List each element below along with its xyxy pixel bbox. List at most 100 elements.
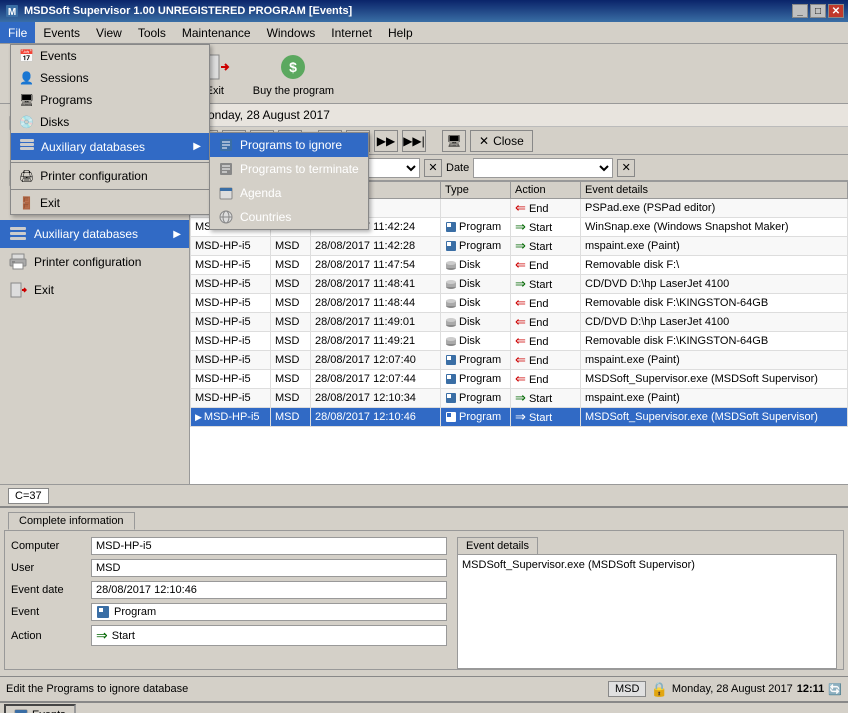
table-row[interactable]: MSD-HP-i5 MSD 28/08/2017 11:48:41 Disk ⇒… <box>191 275 848 294</box>
sidebar-item-printer[interactable]: Printer configuration <box>0 248 189 276</box>
status-bar: C=37 <box>0 484 848 506</box>
svg-text:M: M <box>8 7 16 18</box>
window-title: MSDSoft Supervisor 1.00 UNREGISTERED PRO… <box>24 5 792 17</box>
menu-separator <box>11 162 209 163</box>
cell-type: Program <box>441 370 511 389</box>
cell-computer: MSD-HP-i5 <box>191 313 271 332</box>
table-row[interactable]: MSD-HP-i5 MSD 28/08/2017 11:42:28 Progra… <box>191 237 848 256</box>
table-row[interactable]: MSD-HP-i5 MSD 28/08/2017 11:48:44 Disk ⇐… <box>191 294 848 313</box>
count-label: C=37 <box>8 488 49 504</box>
taskbar-events-icon <box>14 708 28 713</box>
cell-date: 28/08/2017 11:49:21 <box>311 332 441 351</box>
info-event-row: Event Program <box>11 603 447 621</box>
dropdown-printer[interactable]: 🖨 Printer configuration <box>11 165 209 187</box>
toolbar-buy-button[interactable]: $ Buy the program <box>244 46 343 102</box>
cell-computer: MSD-HP-i5 <box>191 256 271 275</box>
minimize-button[interactable]: _ <box>792 4 808 18</box>
cell-action: ⇐ End <box>511 313 581 332</box>
cell-details: Removable disk F:\ <box>581 256 848 275</box>
table-row[interactable]: MSD-HP-i5 MSD 28/08/2017 12:07:40 Progra… <box>191 351 848 370</box>
menu-help[interactable]: Help <box>380 22 421 43</box>
cell-type: Program <box>441 389 511 408</box>
menu-windows[interactable]: Windows <box>259 22 324 43</box>
menu-internet[interactable]: Internet <box>323 22 380 43</box>
cell-computer: MSD-HP-i5 <box>191 370 271 389</box>
cell-action: ⇒ Start <box>511 389 581 408</box>
date-filter-select[interactable] <box>473 158 613 178</box>
menu-view[interactable]: View <box>88 22 130 43</box>
refresh-icon[interactable]: 🔄 <box>828 683 842 696</box>
cell-action: ⇒ Start <box>511 237 581 256</box>
event-date-label: Event date <box>11 584 91 596</box>
nav-last-button[interactable]: ▶▶| <box>402 130 426 152</box>
cell-details: MSDSoft_Supervisor.exe (MSDSoft Supervis… <box>581 370 848 389</box>
cell-details: CD/DVD D:\hp LaserJet 4100 <box>581 275 848 294</box>
menu-file[interactable]: File <box>0 22 35 43</box>
submenu-programs-ignore[interactable]: Programs to ignore <box>210 133 368 157</box>
dropdown-programs[interactable]: 🖥 Programs <box>11 89 209 111</box>
cell-computer: MSD-HP-i5 <box>191 332 271 351</box>
table-row[interactable]: MSD-HP-i5 MSD 28/08/2017 12:10:34 Progra… <box>191 389 848 408</box>
status-right: MSD 🔒 Monday, 28 August 2017 12:11 🔄 <box>608 681 842 698</box>
date-filter-clear[interactable]: ✕ <box>617 159 635 177</box>
detail-content: MSDSoft_Supervisor.exe (MSDSoft Supervis… <box>457 554 837 669</box>
cell-user: MSD <box>271 408 311 427</box>
col-details: Event details <box>581 182 848 199</box>
close-button[interactable]: ✕ <box>828 4 844 18</box>
table-row[interactable]: MSD-HP-i5 MSD 28/08/2017 11:49:21 Disk ⇐… <box>191 332 848 351</box>
submenu-countries[interactable]: Countries <box>210 205 368 229</box>
disks-menu-icon: 💿 <box>19 115 34 129</box>
cell-user: MSD <box>271 370 311 389</box>
window-controls[interactable]: _ □ ✕ <box>792 4 844 18</box>
programs-menu-icon: 🖥 <box>19 93 34 107</box>
dropdown-exit[interactable]: 🚪 Exit <box>11 192 209 214</box>
titlebar: M MSDSoft Supervisor 1.00 UNREGISTERED P… <box>0 0 848 22</box>
info-computer-row: Computer MSD-HP-i5 <box>11 537 447 555</box>
detail-tab[interactable]: Event details <box>457 537 538 554</box>
cell-action: ⇐ End <box>511 332 581 351</box>
dropdown-events[interactable]: 📅 Events <box>11 45 209 67</box>
table-row[interactable]: MSD-HP-i5 MSD 28/08/2017 11:47:54 Disk ⇐… <box>191 256 848 275</box>
cell-type: Program <box>441 218 511 237</box>
bottom-status-bar: Edit the Programs to ignore database MSD… <box>0 676 848 701</box>
info-panel: Complete information Computer MSD-HP-i5 … <box>0 506 848 676</box>
cell-action: ⇐ End <box>511 256 581 275</box>
cell-computer: ▶MSD-HP-i5 <box>191 408 271 427</box>
close-button[interactable]: ✕ Close <box>470 130 533 152</box>
sidebar-item-aux-dbs[interactable]: Auxiliary databases ▶ <box>0 220 189 248</box>
submenu-agenda[interactable]: Agenda <box>210 181 368 205</box>
cell-details: mspaint.exe (Paint) <box>581 351 848 370</box>
nav-next-button[interactable]: ▶▶ <box>374 130 398 152</box>
close-icon: ✕ <box>479 134 489 148</box>
cell-date: 28/08/2017 11:42:28 <box>311 237 441 256</box>
cell-computer: MSD-HP-i5 <box>191 389 271 408</box>
programs-ignore-icon <box>218 137 234 153</box>
submenu-programs-terminate[interactable]: Programs to terminate <box>210 157 368 181</box>
sidebar-item-exit[interactable]: Exit <box>0 276 189 304</box>
nav-monitor-button[interactable]: 🖥 <box>442 130 466 152</box>
cell-user: MSD <box>271 332 311 351</box>
dropdown-sessions[interactable]: 👤 Sessions <box>11 67 209 89</box>
table-row[interactable]: ▶MSD-HP-i5 MSD 28/08/2017 12:10:46 Progr… <box>191 408 848 427</box>
maximize-button[interactable]: □ <box>810 4 826 18</box>
user-filter-clear[interactable]: ✕ <box>424 159 442 177</box>
info-event-date-row: Event date 28/08/2017 12:10:46 <box>11 581 447 599</box>
user-value: MSD <box>91 559 447 577</box>
table-row[interactable]: MSD-HP-i5 MSD 28/08/2017 12:07:44 Progra… <box>191 370 848 389</box>
cell-type: Disk <box>441 332 511 351</box>
action-label: Action <box>11 630 91 642</box>
menu-maintenance[interactable]: Maintenance <box>174 22 259 43</box>
table-row[interactable]: MSD-HP-i5 MSD 28/08/2017 11:49:01 Disk ⇐… <box>191 313 848 332</box>
dropdown-disks[interactable]: 💿 Disks <box>11 111 209 133</box>
cell-date: 28/08/2017 12:10:46 <box>311 408 441 427</box>
taskbar-events-button[interactable]: Events <box>4 704 76 713</box>
cell-details: CD/DVD D:\hp LaserJet 4100 <box>581 313 848 332</box>
menu-tools[interactable]: Tools <box>130 22 174 43</box>
cell-user: MSD <box>271 237 311 256</box>
dropdown-aux-dbs[interactable]: Auxiliary databases ▶ Progr <box>11 133 209 160</box>
printer-menu-icon: 🖨 <box>19 169 34 183</box>
aux-dbs-submenu: Programs to ignore Programs to terminate <box>209 132 369 230</box>
menu-events[interactable]: Events <box>35 22 88 43</box>
complete-info-tab[interactable]: Complete information <box>8 512 135 530</box>
sessions-menu-icon: 👤 <box>19 71 34 85</box>
